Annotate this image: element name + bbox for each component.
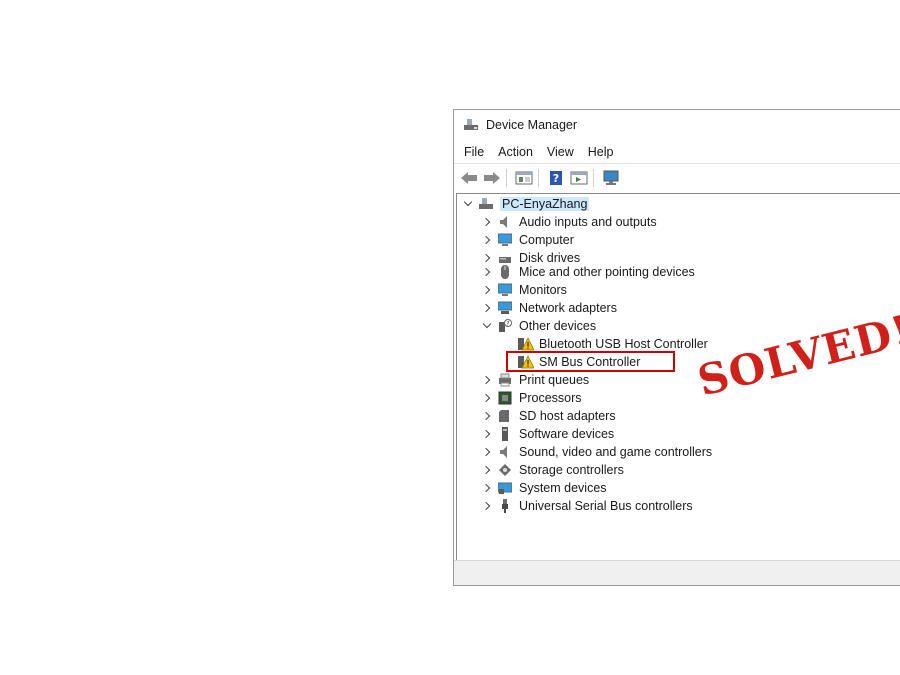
computer-root-icon bbox=[479, 197, 493, 211]
tree-item-label: Mice and other pointing devices bbox=[519, 265, 695, 279]
tree-item-network[interactable]: Network adapters bbox=[482, 299, 617, 317]
chevron-right-icon[interactable] bbox=[482, 371, 492, 389]
tree-item-label: Network adapters bbox=[519, 301, 617, 315]
tree-item-storage-controllers[interactable]: Storage controllers bbox=[482, 461, 624, 479]
chevron-right-icon[interactable] bbox=[482, 461, 492, 479]
tree-item-label: Other devices bbox=[519, 319, 597, 333]
speaker-icon bbox=[498, 445, 512, 459]
mouse-icon bbox=[498, 265, 512, 279]
tree-item-software-devices[interactable]: Software devices bbox=[482, 425, 614, 443]
chevron-right-icon[interactable] bbox=[482, 407, 492, 425]
tree-item-label: Bluetooth USB Host Controller bbox=[539, 337, 708, 351]
tree-item-processors[interactable]: Processors bbox=[482, 389, 582, 407]
warning-device-icon bbox=[518, 337, 535, 351]
chevron-right-icon[interactable] bbox=[482, 231, 492, 249]
computer-icon bbox=[497, 233, 513, 247]
toolbar-separator bbox=[593, 168, 594, 187]
chevron-right-icon[interactable] bbox=[482, 213, 492, 231]
tree-item-label: Monitors bbox=[519, 283, 567, 297]
tree-item-label: Software devices bbox=[519, 427, 615, 441]
monitor-icon bbox=[497, 283, 513, 297]
tree-item-mice[interactable]: Mice and other pointing devices bbox=[482, 263, 695, 281]
tree-item-label: Processors bbox=[519, 391, 582, 405]
tree-item-sd-host-adapters[interactable]: SD host adapters bbox=[482, 407, 616, 425]
toolbar-separator bbox=[506, 168, 507, 187]
tree-item-label: Audio inputs and outputs bbox=[519, 215, 657, 229]
menu-file[interactable]: File bbox=[454, 145, 491, 159]
unknown-device-icon: ? bbox=[498, 319, 512, 333]
printer-icon bbox=[498, 373, 512, 387]
chevron-right-icon[interactable] bbox=[482, 443, 492, 461]
tree-item-label: Computer bbox=[519, 233, 574, 247]
svg-text:?: ? bbox=[506, 320, 509, 327]
chevron-right-icon[interactable] bbox=[482, 479, 492, 497]
toolbar-separator bbox=[538, 168, 539, 187]
tree-item-label: Storage controllers bbox=[519, 463, 624, 477]
forward-arrow-icon[interactable] bbox=[482, 169, 502, 187]
chevron-right-icon[interactable] bbox=[482, 497, 492, 515]
tree-item-monitors[interactable]: Monitors bbox=[482, 281, 567, 299]
system-device-icon bbox=[497, 481, 513, 495]
tree-item-computer[interactable]: Computer bbox=[482, 231, 574, 249]
tree-item-system-devices[interactable]: System devices bbox=[482, 479, 607, 497]
back-arrow-icon[interactable] bbox=[459, 169, 479, 187]
menu-help[interactable]: Help bbox=[581, 145, 621, 159]
tree-item-label: Print queues bbox=[519, 373, 590, 387]
software-device-icon bbox=[498, 427, 512, 441]
monitor-icon[interactable] bbox=[601, 169, 621, 187]
tree-item-label: Universal Serial Bus controllers bbox=[519, 499, 693, 513]
chevron-right-icon[interactable] bbox=[482, 425, 492, 443]
tree-item-label: Sound, video and game controllers bbox=[519, 445, 713, 459]
processor-icon bbox=[498, 391, 512, 405]
tree-root[interactable]: PC-EnyaZhang bbox=[463, 195, 590, 213]
device-tree[interactable]: PC-EnyaZhang Audio inputs and outputs Co… bbox=[456, 193, 900, 561]
chevron-right-icon[interactable] bbox=[482, 263, 492, 281]
tree-item-sound-video-game[interactable]: Sound, video and game controllers bbox=[482, 443, 712, 461]
sd-card-icon bbox=[498, 409, 512, 423]
tree-item-print-queues[interactable]: Print queues bbox=[482, 371, 589, 389]
usb-icon bbox=[498, 499, 512, 513]
chevron-down-icon[interactable] bbox=[463, 195, 473, 213]
storage-controller-icon bbox=[498, 463, 512, 477]
root-label: PC-EnyaZhang bbox=[500, 197, 590, 211]
chevron-right-icon[interactable] bbox=[482, 299, 492, 317]
network-adapter-icon bbox=[497, 301, 513, 315]
chevron-right-icon[interactable] bbox=[482, 389, 492, 407]
menu-view[interactable]: View bbox=[540, 145, 581, 159]
tree-item-usb-controllers[interactable]: Universal Serial Bus controllers bbox=[482, 497, 693, 515]
tree-item-other-devices[interactable]: ? Other devices bbox=[482, 317, 596, 335]
device-manager-icon bbox=[463, 117, 479, 133]
menu-bar: File Action View Help bbox=[454, 141, 900, 164]
status-bar bbox=[454, 560, 900, 585]
help-icon[interactable]: ? bbox=[546, 169, 566, 187]
update-driver-icon[interactable] bbox=[569, 169, 589, 187]
title-bar[interactable]: Device Manager bbox=[454, 110, 900, 140]
toolbar: ? bbox=[454, 164, 900, 191]
highlight-box bbox=[506, 351, 675, 372]
window-title: Device Manager bbox=[486, 118, 578, 132]
tree-item-audio[interactable]: Audio inputs and outputs bbox=[482, 213, 657, 231]
chevron-down-icon[interactable] bbox=[482, 317, 492, 335]
svg-text:?: ? bbox=[553, 172, 559, 185]
properties-icon[interactable] bbox=[514, 169, 534, 187]
tree-item-label: System devices bbox=[519, 481, 607, 495]
speaker-icon bbox=[498, 215, 512, 229]
menu-action[interactable]: Action bbox=[491, 145, 540, 159]
tree-item-label: SD host adapters bbox=[519, 409, 616, 423]
chevron-right-icon[interactable] bbox=[482, 281, 492, 299]
